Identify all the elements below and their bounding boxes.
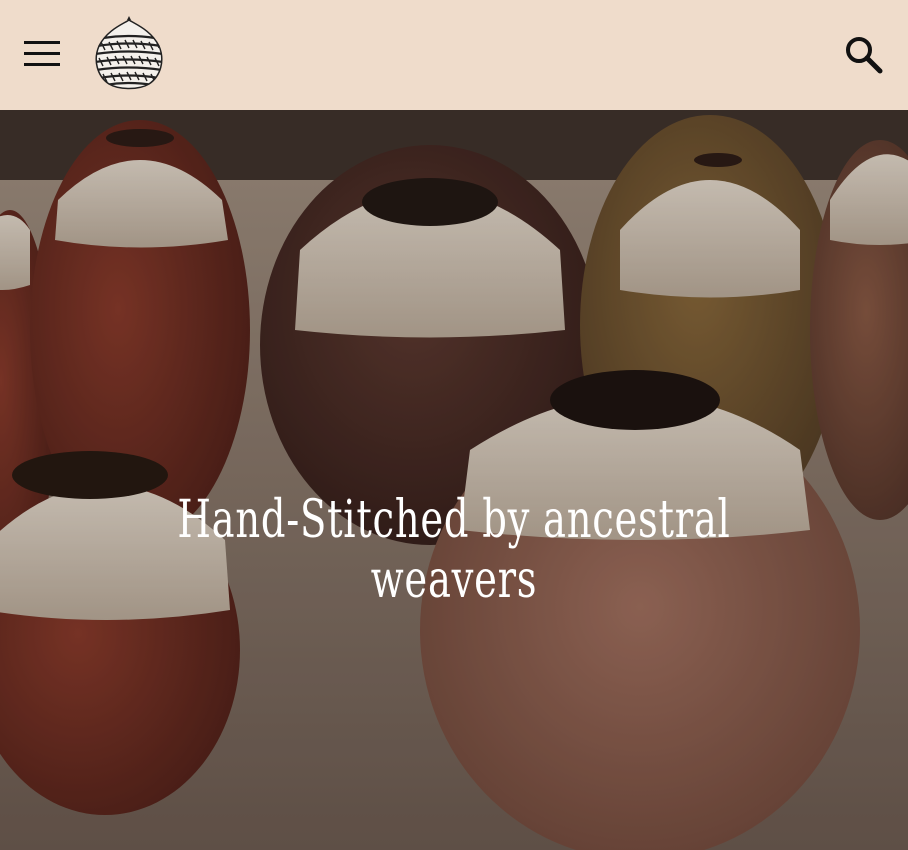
- menu-button[interactable]: [22, 38, 62, 72]
- hero-banner: Hand-Stitched by ancestral weavers: [0, 110, 908, 850]
- hamburger-line: [24, 52, 60, 55]
- hero-title-text: Hand-Stitched by ancestral weavers: [177, 490, 731, 610]
- search-button[interactable]: [842, 33, 886, 77]
- search-icon: [846, 37, 883, 74]
- woven-basket-logo-icon: [95, 16, 163, 90]
- hero-title: Hand-Stitched by ancestral weavers: [0, 490, 908, 610]
- woven-pottery-vessels-photo: [0, 110, 908, 850]
- logo[interactable]: [93, 16, 165, 92]
- site-header: [0, 0, 908, 110]
- hamburger-line: [24, 63, 60, 66]
- hamburger-line: [24, 41, 60, 44]
